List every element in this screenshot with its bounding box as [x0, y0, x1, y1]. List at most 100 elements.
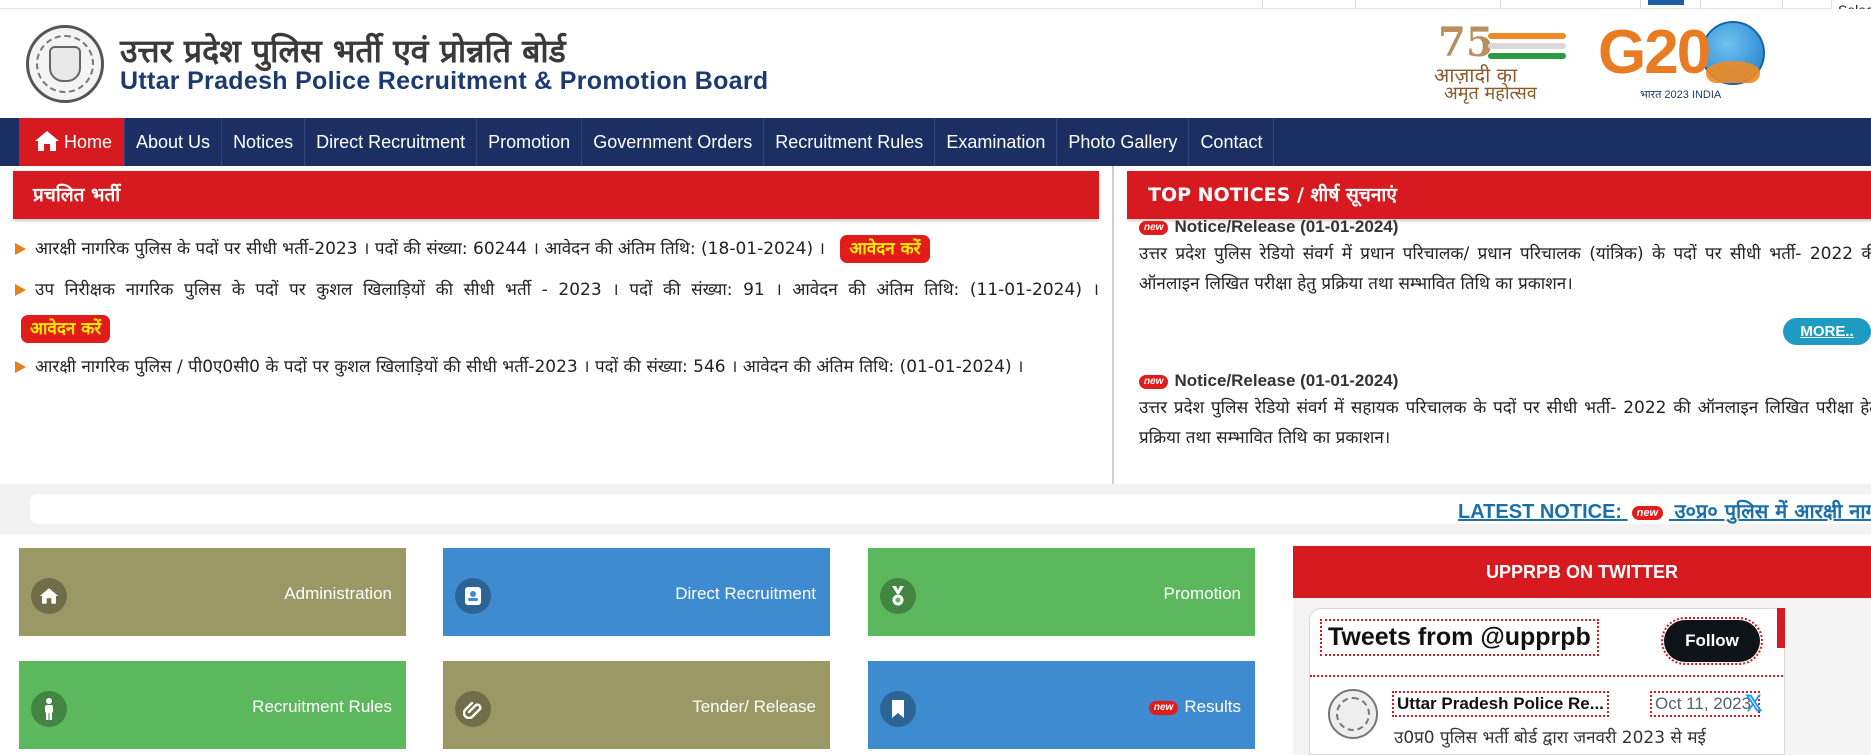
tile-tender-release[interactable]: Tender/ Release: [443, 661, 830, 749]
id-card-icon: [455, 578, 491, 614]
tile-label: Direct Recruitment: [675, 584, 816, 603]
top-notices-heading: TOP NOTICES / शीर्ष सूचनाएं: [1127, 171, 1871, 219]
more-button[interactable]: MORE..: [1783, 318, 1871, 345]
latest-notice-label: LATEST NOTICE:: [1458, 501, 1623, 523]
nav-item-contact[interactable]: Contact: [1189, 118, 1275, 166]
home-icon: [31, 578, 67, 614]
nav-item-direct-recruitment[interactable]: Direct Recruitment: [305, 118, 478, 166]
tile-label: Administration: [284, 584, 392, 603]
azadi-ka-amrit-mahotsav-logo: 75 आज़ादी का अमृत महोत्सव: [1430, 19, 1580, 104]
tile-label: Promotion: [1163, 584, 1241, 603]
twitter-body: Tweets from @upprpb Follow Uttar Pradesh…: [1293, 598, 1871, 755]
tile-label: Recruitment Rules: [252, 697, 392, 716]
flag-stripe-saffron: [1488, 33, 1566, 39]
main-navbar: Home About Us Notices Direct Recruitment…: [0, 118, 1871, 166]
azadi-number: 75: [1438, 19, 1494, 66]
notice-title-row: new Notice/Release (01-01-2024): [1139, 371, 1871, 391]
azadi-line2: अमृत महोत्सव: [1444, 83, 1537, 104]
paperclip-icon: [455, 691, 491, 727]
list-item[interactable]: आरक्षी नागरिक पुलिस के पदों पर सीधी भर्त…: [13, 229, 1099, 270]
tile-promotion[interactable]: Promotion: [868, 548, 1255, 636]
latest-notice-text: उ०प्र० पुलिस में आरक्षी नाग: [1674, 499, 1871, 523]
g20-logo: G20 भारत 2023 INDIA: [1598, 15, 1768, 105]
divider: [1355, 0, 1356, 9]
tile-recruitment-rules[interactable]: Recruitment Rules: [19, 661, 406, 749]
tile-label: new Results: [1148, 697, 1241, 717]
nav-item-notices[interactable]: Notices: [222, 118, 306, 166]
person-icon: [31, 691, 67, 727]
x-logo-icon[interactable]: 𝕏: [1745, 691, 1763, 717]
recruitment-text: उप निरीक्षक नागरिक पुलिस के पदों पर कुशल…: [35, 280, 1099, 300]
bullet-arrow-icon: [15, 361, 26, 373]
nav-item-about-us[interactable]: About Us: [125, 118, 223, 166]
twitter-timeline[interactable]: Tweets from @upprpb Follow Uttar Pradesh…: [1309, 608, 1785, 755]
nav-item-photo-gallery[interactable]: Photo Gallery: [1057, 118, 1190, 166]
nav-list: Home About Us Notices Direct Recruitment…: [19, 118, 1275, 166]
panel-divider: [1112, 166, 1114, 494]
tile-label-text: Results: [1184, 697, 1241, 716]
emblem-crest: [49, 46, 81, 82]
tweets-from-title[interactable]: Tweets from @upprpb: [1320, 619, 1599, 656]
tweet-account-name[interactable]: Uttar Pradesh Police Re...: [1392, 691, 1609, 717]
current-recruitment-heading: प्रचलित भर्ती: [13, 171, 1099, 219]
scrollbar-thumb[interactable]: [1777, 608, 1785, 648]
divider: [1640, 0, 1641, 9]
new-badge: new: [1631, 505, 1664, 520]
g20-label: G20: [1598, 18, 1711, 87]
bookmark-icon: [880, 691, 916, 727]
notice-title-row: new Notice/Release (01-01-2024): [1139, 217, 1871, 237]
divider: [1782, 0, 1783, 9]
medal-icon: [880, 578, 916, 614]
tweet-date[interactable]: Oct 11, 2023: [1650, 691, 1760, 717]
recruitment-text: आरक्षी नागरिक पुलिस के पदों पर सीधी भर्त…: [35, 239, 825, 259]
nav-item-promotion[interactable]: Promotion: [477, 118, 583, 166]
nav-item-recruitment-rules[interactable]: Recruitment Rules: [764, 118, 936, 166]
latest-notice-ticker: LATEST NOTICE: new उ०प्र० पुलिस में आरक्…: [0, 484, 1871, 534]
nav-item-home[interactable]: Home: [19, 118, 126, 166]
g20-subtitle: भारत 2023 INDIA: [1640, 89, 1722, 101]
notice-title: Notice/Release (01-01-2024): [1174, 217, 1399, 236]
bullet-arrow-icon: [15, 243, 26, 255]
site-title-hindi: उत्तर प्रदेश पुलिस भर्ती एवं प्रोन्नति ब…: [120, 32, 566, 70]
tile-results[interactable]: new Results: [868, 661, 1255, 749]
upprpb-emblem-logo[interactable]: [26, 25, 104, 103]
current-recruitment-panel: प्रचलित भर्ती आरक्षी नागरिक पुलिस के पदो…: [13, 171, 1099, 484]
recruitment-list: आरक्षी नागरिक पुलिस के पदों पर सीधी भर्त…: [13, 229, 1099, 388]
divider: [1700, 0, 1701, 9]
follow-button[interactable]: Follow: [1661, 617, 1763, 665]
site-title-english: Uttar Pradesh Police Recruitment & Promo…: [120, 67, 769, 95]
twitter-widget: UPPRPB ON TWITTER Tweets from @upprpb Fo…: [1293, 546, 1871, 755]
new-badge: new: [1139, 374, 1169, 389]
list-item[interactable]: उप निरीक्षक नागरिक पुलिस के पदों पर कुशल…: [13, 270, 1099, 311]
flag-stripe-green: [1488, 53, 1566, 59]
list-item[interactable]: आरक्षी नागरिक पुलिस / पी0ए0सी0 के पदों प…: [13, 347, 1099, 388]
top-utility-strip: [0, 0, 1871, 9]
tile-direct-recruitment[interactable]: Direct Recruitment: [443, 548, 830, 636]
notice-item[interactable]: new Notice/Release (01-01-2024) उत्तर प्र…: [1139, 217, 1871, 299]
tile-label: Tender/ Release: [692, 697, 816, 716]
page: Selec उत्तर प्रदेश पुलिस भर्ती एवं प्रोन…: [0, 0, 1871, 755]
utility-active-indicator[interactable]: [1648, 0, 1684, 5]
site-header: उत्तर प्रदेश पुलिस भर्ती एवं प्रोन्नति ब…: [0, 9, 1871, 118]
nav-label-home: Home: [64, 131, 113, 152]
divider: [1500, 0, 1501, 9]
latest-notice-link[interactable]: LATEST NOTICE: new उ०प्र० पुलिस में आरक्…: [1458, 497, 1871, 524]
nav-item-examination[interactable]: Examination: [935, 118, 1058, 166]
top-notices-panel: TOP NOTICES / शीर्ष सूचनाएं new Notice/Re…: [1127, 171, 1871, 491]
tile-administration[interactable]: Administration: [19, 548, 406, 636]
home-icon: [35, 131, 59, 151]
apply-button[interactable]: आवेदन करें: [840, 235, 930, 263]
divider: [1310, 675, 1784, 677]
avatar[interactable]: [1328, 689, 1378, 739]
notice-text: उत्तर प्रदेश पुलिस रेडियो संवर्ग में सहा…: [1139, 398, 1871, 448]
g20-text: G20: [1598, 17, 1711, 88]
notice-item[interactable]: new Notice/Release (01-01-2024) उत्तर प्र…: [1139, 371, 1871, 453]
nav-item-government-orders[interactable]: Government Orders: [582, 118, 765, 166]
divider: [1262, 0, 1263, 9]
avatar-ring: [1336, 697, 1370, 731]
notice-title: Notice/Release (01-01-2024): [1174, 371, 1399, 390]
apply-line: आवेदन करें: [13, 311, 1099, 347]
new-badge: new: [1148, 700, 1179, 715]
lotus-icon: [1706, 61, 1760, 83]
apply-button[interactable]: आवेदन करें: [21, 315, 111, 343]
